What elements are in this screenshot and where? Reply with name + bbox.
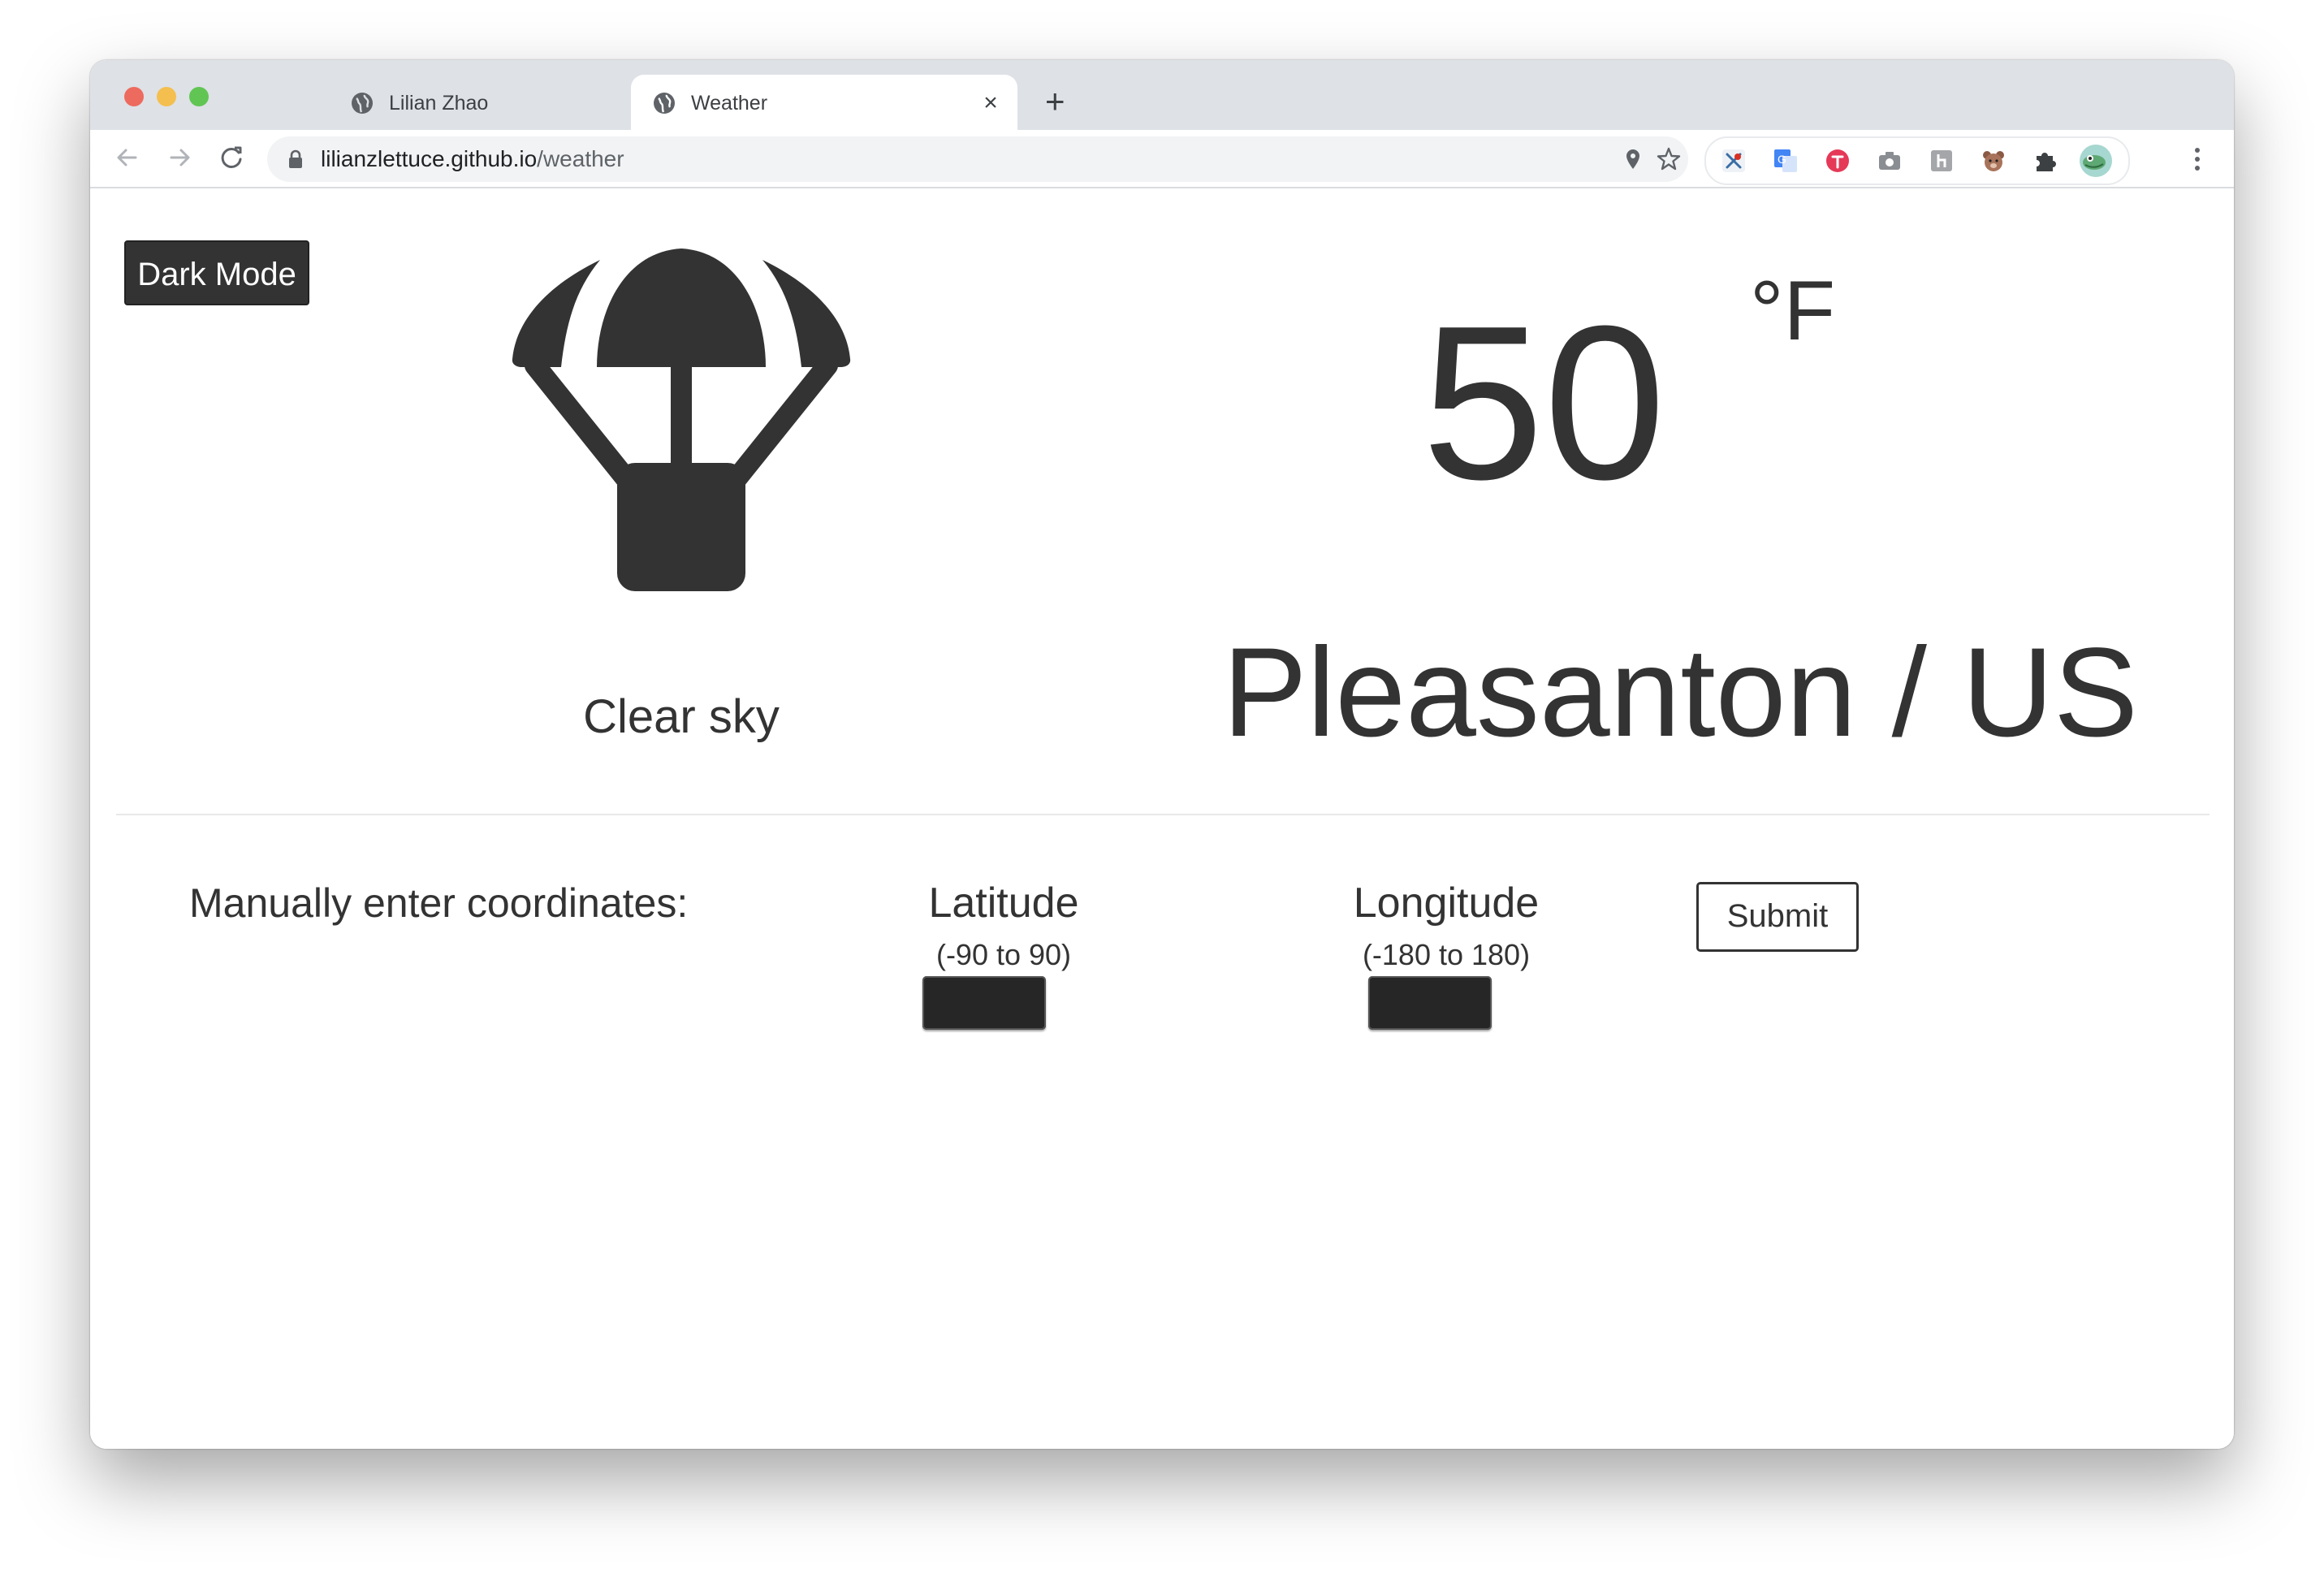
temperature-unit: °F [1750, 264, 1836, 358]
tab-title: Lilian Zhao [389, 92, 489, 115]
tab-strip: Lilian Zhao × Weather × + [90, 60, 2234, 130]
latitude-label: Latitude [928, 880, 1079, 927]
back-arrow-icon[interactable] [111, 141, 144, 174]
manual-coordinates-label: Manually enter coordinates: [189, 880, 689, 926]
browser-toolbar: lilianzlettuce.github.io/weather G [90, 130, 2234, 188]
url-path: /weather [537, 146, 624, 171]
puzzle-extensions-icon[interactable] [2031, 146, 2060, 175]
longitude-label: Longitude [1353, 880, 1540, 927]
minimize-window-button[interactable] [157, 87, 176, 106]
weather-condition: Clear sky [583, 690, 780, 743]
extensions-area: G [1704, 136, 2130, 185]
reload-icon[interactable] [215, 141, 248, 174]
grey-square-extension-icon[interactable] [1927, 146, 1956, 175]
close-tab-icon[interactable]: × [978, 91, 1003, 115]
red-circle-extension-icon[interactable] [1823, 146, 1852, 175]
profile-avatar-icon[interactable] [2078, 143, 2114, 179]
camera-extension-icon[interactable] [1875, 146, 1904, 175]
browser-window: Lilian Zhao × Weather × + [90, 60, 2234, 1449]
location-name: Pleasanton / US [1222, 622, 2138, 763]
location-pin-icon[interactable] [1618, 145, 1648, 174]
weather-page: Dark Mode Clear sky 50 °F Pleasanton / U… [90, 188, 2234, 1449]
tab-weather[interactable]: Weather × [631, 75, 1017, 130]
translate-extension-icon[interactable]: G [1771, 146, 1800, 175]
lock-icon[interactable] [288, 149, 303, 169]
globe-icon [654, 93, 675, 114]
maximize-window-button[interactable] [189, 87, 209, 106]
bear-extension-icon[interactable] [1979, 146, 2008, 175]
parachute-icon [512, 249, 851, 591]
forward-arrow-icon[interactable] [163, 141, 196, 174]
longitude-input[interactable] [1368, 976, 1492, 1030]
temperature-value: 50 [1422, 281, 1666, 525]
latitude-range: (-90 to 90) [935, 938, 1072, 971]
star-bookmark-icon[interactable] [1654, 145, 1683, 174]
close-window-button[interactable] [124, 87, 144, 106]
globe-icon [352, 93, 373, 114]
tab-title: Weather [691, 92, 768, 115]
latitude-input[interactable] [922, 976, 1046, 1030]
scissors-extension-icon[interactable] [1719, 146, 1748, 175]
url-host: lilianzlettuce.github.io [321, 146, 538, 171]
more-menu-icon[interactable] [2193, 146, 2201, 172]
dark-mode-button[interactable]: Dark Mode [124, 240, 309, 305]
submit-button[interactable]: Submit [1696, 882, 1859, 952]
url-text[interactable]: lilianzlettuce.github.io/weather [321, 147, 624, 171]
longitude-range: (-180 to 180) [1362, 938, 1531, 971]
address-bar[interactable]: lilianzlettuce.github.io/weather [267, 136, 1688, 182]
section-divider [116, 814, 2210, 815]
new-tab-button[interactable]: + [1045, 84, 1065, 119]
svg-text:G: G [1778, 153, 1786, 166]
